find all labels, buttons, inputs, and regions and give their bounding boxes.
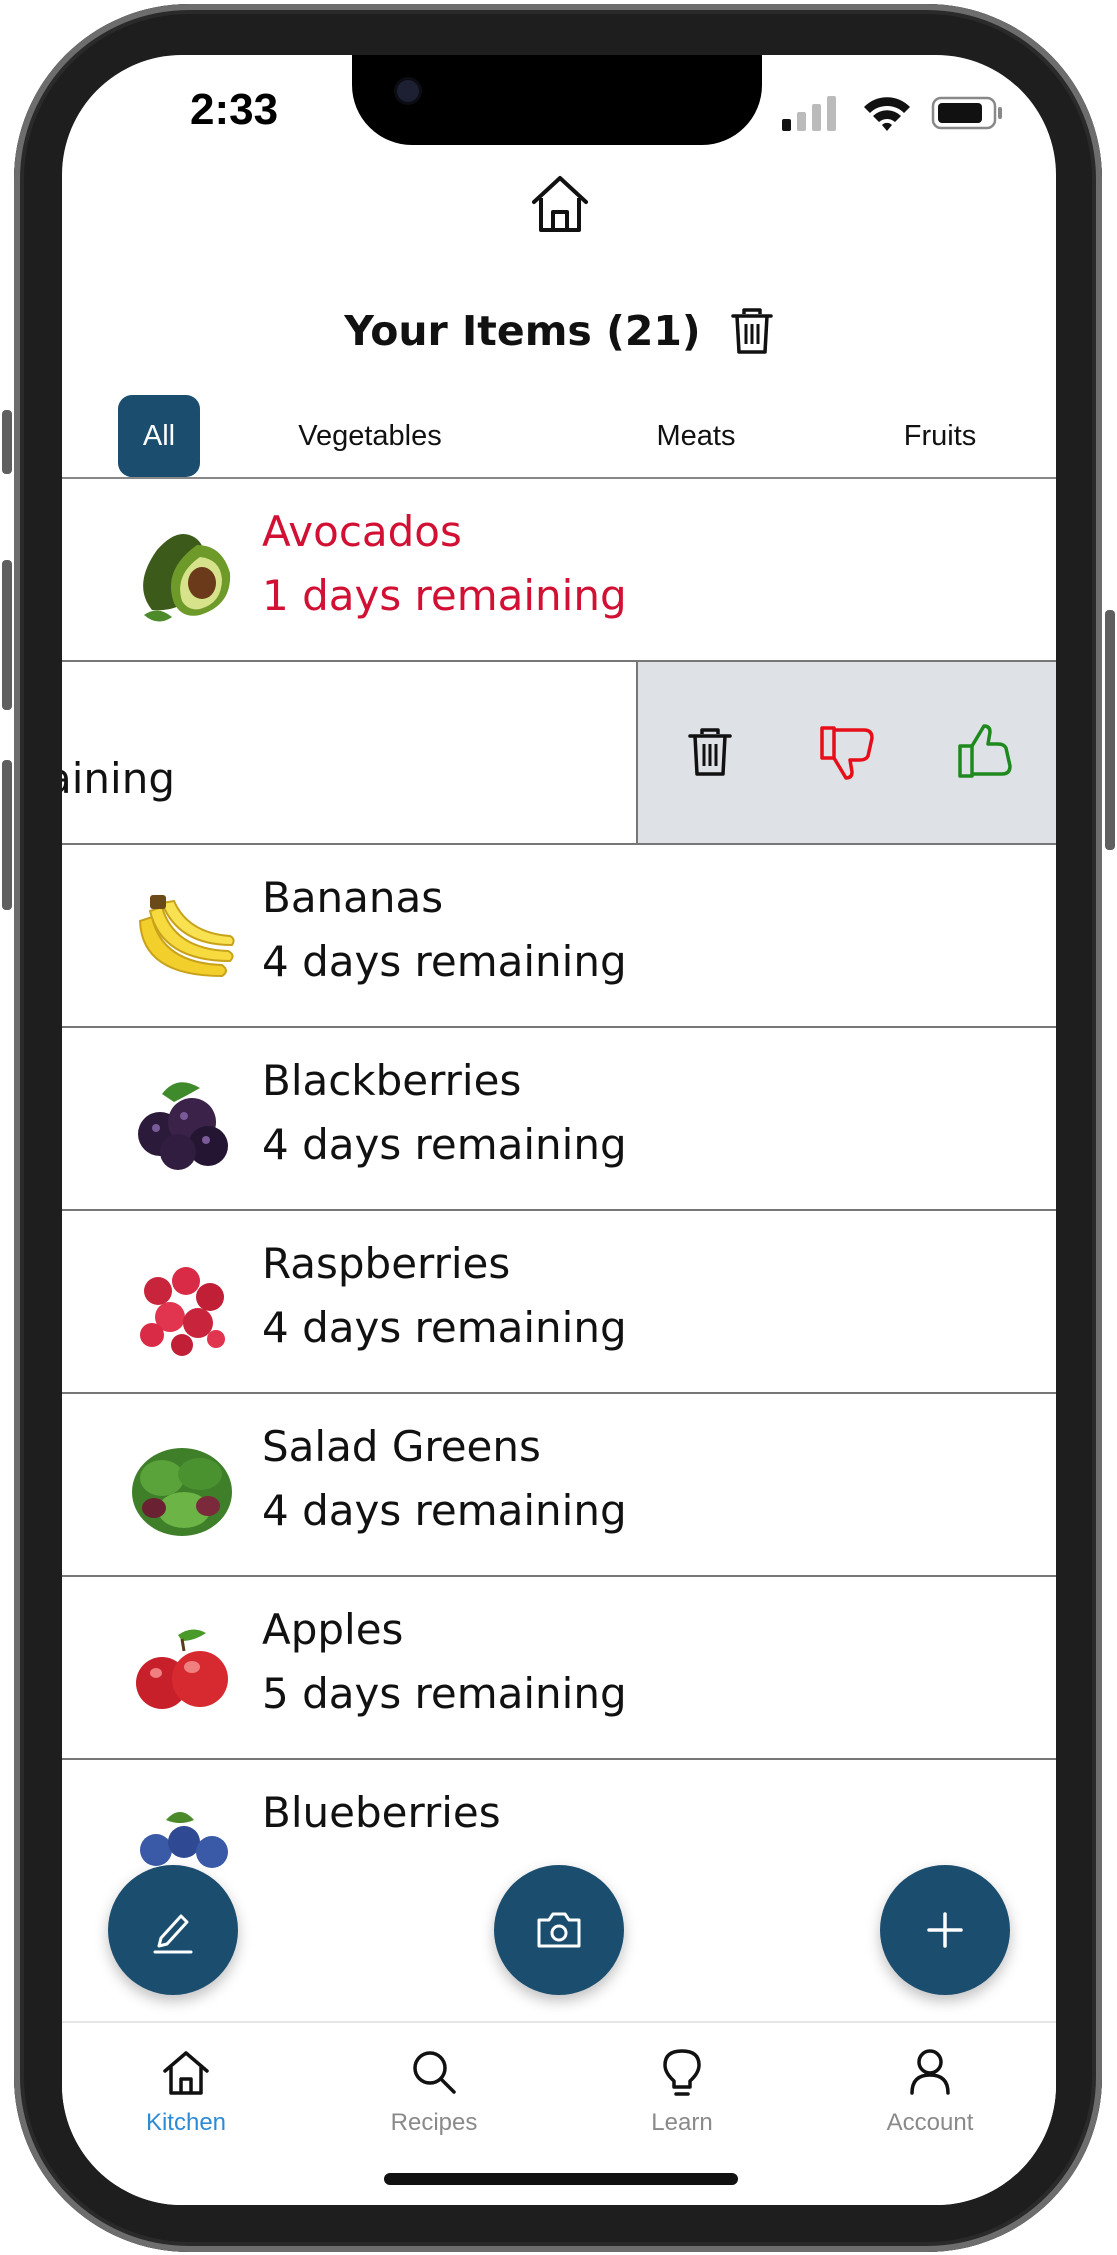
tab-label: Recipes	[390, 2109, 478, 2136]
category-tabs: All Vegetables Meats Fruits	[62, 395, 1056, 477]
tab-vegetables[interactable]: Vegetables	[260, 395, 480, 477]
add-item-button[interactable]	[880, 1865, 1010, 1995]
list-item-salad-greens[interactable]: Salad Greens 4 days remaining	[62, 1394, 1056, 1577]
raspberry-icon	[140, 1267, 225, 1356]
volume-down-button	[2, 760, 12, 910]
item-name: Blackberries	[262, 1056, 522, 1105]
list-item-apples[interactable]: Apples 5 days remaining	[62, 1577, 1056, 1760]
item-days-remaining: aining	[62, 754, 175, 803]
item-days-remaining: 4 days remaining	[262, 1303, 627, 1352]
home-icon[interactable]	[528, 172, 592, 236]
camera-button[interactable]	[494, 1865, 624, 1995]
banana-icon	[138, 895, 235, 978]
page-title: Your Items (21)	[344, 307, 701, 355]
edit-pencil-icon	[153, 1914, 193, 1954]
salad-greens-icon	[132, 1448, 232, 1536]
page-header: Your Items (21)	[62, 307, 1056, 355]
volume-up-button	[2, 560, 12, 710]
tab-label: Account	[886, 2109, 974, 2136]
device-frame: 2:33 Your Items (21) All Vegetables Meat…	[0, 0, 1117, 2255]
blackberry-icon	[138, 1082, 228, 1170]
item-days-remaining: 4 days remaining	[262, 1486, 627, 1535]
battery-icon	[931, 96, 1002, 130]
wifi-icon	[864, 97, 910, 131]
thumbs-down-icon[interactable]	[818, 722, 878, 782]
item-name: Apples	[262, 1605, 404, 1654]
item-days-remaining: 4 days remaining	[262, 1120, 627, 1169]
tab-label: Kitchen	[145, 2109, 227, 2136]
lightbulb-icon	[663, 2049, 701, 2096]
thumbs-up-icon[interactable]	[956, 722, 1016, 782]
item-name: Avocados	[262, 507, 462, 556]
item-days-remaining: 5 days remaining	[262, 1669, 627, 1718]
item-name: Blueberries	[262, 1788, 501, 1837]
list-item-blackberries[interactable]: Blackberries 4 days remaining	[62, 1028, 1056, 1211]
swiped-item-content[interactable]: aining	[62, 662, 638, 843]
avocado-icon	[143, 533, 231, 622]
list-item-avocados[interactable]: Avocados 1 days remaining	[62, 479, 1056, 662]
tab-fruits[interactable]: Fruits	[880, 395, 1000, 477]
items-list: Avocados 1 days remaining aining	[62, 477, 1056, 1899]
item-name: Bananas	[262, 873, 444, 922]
edit-button[interactable]	[108, 1865, 238, 1995]
signal-icon	[782, 96, 836, 131]
tab-recipes[interactable]: Recipes	[334, 2045, 534, 2137]
app-screen: 2:33 Your Items (21) All Vegetables Meat…	[62, 55, 1056, 2205]
home-indicator[interactable]	[384, 2173, 738, 2185]
trash-icon[interactable]	[730, 307, 774, 355]
tab-label: Learn	[651, 2109, 713, 2136]
power-button	[1105, 610, 1115, 850]
apple-icon	[136, 1629, 228, 1709]
list-item-raspberries[interactable]: Raspberries 4 days remaining	[62, 1211, 1056, 1394]
status-time: 2:33	[190, 85, 279, 134]
tab-all[interactable]: All	[118, 395, 200, 477]
tab-kitchen[interactable]: Kitchen	[86, 2045, 286, 2137]
swipe-actions	[638, 662, 1056, 843]
list-item-bananas[interactable]: Bananas 4 days remaining	[62, 845, 1056, 1028]
item-days-remaining: 1 days remaining	[262, 571, 627, 620]
side-button	[2, 410, 12, 474]
camera-lens	[397, 80, 419, 102]
trash-icon[interactable]	[680, 722, 740, 782]
tab-meats[interactable]: Meats	[626, 395, 766, 477]
person-icon	[910, 2049, 950, 2095]
search-icon	[413, 2051, 456, 2094]
item-days-remaining: 4 days remaining	[262, 937, 627, 986]
plus-icon	[927, 1912, 963, 1948]
tab-account[interactable]: Account	[830, 2045, 1030, 2137]
camera-icon	[537, 1912, 581, 1948]
tab-learn[interactable]: Learn	[582, 2045, 782, 2137]
item-name: Salad Greens	[262, 1422, 541, 1471]
list-item-swiped[interactable]: aining	[62, 662, 1056, 845]
item-name: Raspberries	[262, 1239, 511, 1288]
status-icons	[782, 96, 1002, 131]
home-icon	[163, 2051, 209, 2095]
